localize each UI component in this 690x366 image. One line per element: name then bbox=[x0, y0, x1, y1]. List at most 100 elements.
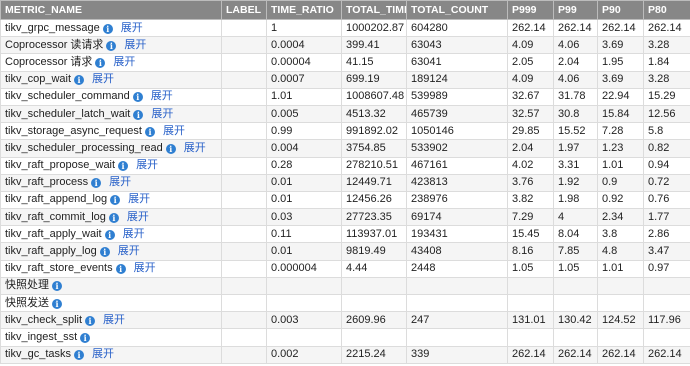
info-icon[interactable]: i bbox=[91, 178, 102, 189]
cell-p99: 1.98 bbox=[553, 190, 598, 210]
expand-link[interactable]: 展开 bbox=[184, 142, 206, 154]
info-icon[interactable]: i bbox=[74, 350, 85, 361]
expand-link[interactable]: 展开 bbox=[121, 22, 143, 34]
info-icon[interactable]: i bbox=[52, 281, 62, 292]
cell-total-count: 467161 bbox=[406, 156, 508, 175]
cell-p90: 7.28 bbox=[597, 122, 644, 141]
expand-link[interactable]: 展开 bbox=[113, 56, 135, 68]
cell-ratio: 0.000004 bbox=[266, 259, 342, 278]
metric-name: tikv_check_split bbox=[5, 313, 83, 326]
info-icon[interactable]: i bbox=[133, 109, 144, 120]
cell-total-count bbox=[406, 293, 508, 313]
metric-name: tikv_storage_async_request bbox=[5, 124, 142, 137]
expand-link[interactable]: 展开 bbox=[151, 90, 173, 102]
cell-total-count: 423813 bbox=[406, 173, 508, 192]
table-row: tikv_cop_wait i 展开 0.0007 699.19 189124 4.09 4.… bbox=[0, 70, 690, 89]
cell-p90: 15.84 bbox=[597, 104, 644, 124]
cell-p80: 117.96 bbox=[643, 311, 690, 330]
cell-p90 bbox=[597, 276, 644, 296]
cell-ratio: 0.11 bbox=[266, 225, 342, 244]
cell-total-time: 278210.51 bbox=[341, 156, 407, 175]
cell-p999: 1.05 bbox=[507, 259, 554, 278]
table-body: tikv_grpc_message i 展开 1 1000202.87 604280 262… bbox=[0, 18, 690, 364]
cell-label bbox=[221, 36, 267, 55]
expand-link[interactable]: 展开 bbox=[134, 262, 156, 274]
table-row: tikv_scheduler_processing_read i 展开 0.004 37… bbox=[0, 139, 690, 158]
info-icon[interactable]: i bbox=[110, 195, 121, 206]
cell-total-time: 113937.01 bbox=[341, 225, 407, 244]
cell-ratio: 0.004 bbox=[266, 139, 342, 158]
cell-ratio: 0.28 bbox=[266, 156, 342, 175]
cell-p99: 3.31 bbox=[553, 156, 598, 175]
cell-total-count: 247 bbox=[406, 311, 508, 330]
expand-link[interactable]: 展开 bbox=[92, 348, 114, 360]
info-icon[interactable]: i bbox=[165, 143, 176, 154]
cell-p999 bbox=[507, 276, 554, 296]
table-row: tikv_raft_apply_wait i 展开 0.11 113937.01 1934… bbox=[0, 225, 690, 244]
expand-link[interactable]: 展开 bbox=[123, 228, 145, 240]
expand-link[interactable]: 展开 bbox=[92, 73, 114, 85]
expand-link[interactable]: 展开 bbox=[118, 245, 140, 257]
column-header-total-time: TOTAL_TIME bbox=[341, 0, 407, 20]
expand-link[interactable]: 展开 bbox=[103, 314, 125, 326]
cell-label bbox=[221, 156, 267, 175]
metric-name-cell: 快照处理 i bbox=[0, 276, 222, 296]
cell-p90 bbox=[597, 328, 644, 347]
expand-link[interactable]: 展开 bbox=[124, 39, 146, 51]
info-icon[interactable]: i bbox=[95, 57, 106, 68]
table-row: tikv_scheduler_latch_wait i 展开 0.005 4513.32… bbox=[0, 104, 690, 124]
table-row: tikv_grpc_message i 展开 1 1000202.87 604280 262… bbox=[0, 18, 690, 38]
info-icon[interactable]: i bbox=[74, 75, 85, 86]
info-icon[interactable]: i bbox=[115, 264, 126, 275]
expand-link[interactable]: 展开 bbox=[109, 176, 131, 188]
cell-p80: 262.14 bbox=[643, 345, 690, 364]
metric-name-cell: 快照发送 i bbox=[0, 293, 222, 313]
table-row: tikv_raft_append_log i 展开 0.01 12456.26 23897… bbox=[0, 190, 690, 210]
info-icon[interactable]: i bbox=[99, 247, 110, 258]
cell-total-count: 1050146 bbox=[406, 122, 508, 141]
metric-name-cell: tikv_storage_async_request i 展开 bbox=[0, 122, 222, 141]
cell-p99 bbox=[553, 293, 598, 313]
cell-p80: 1.77 bbox=[643, 208, 690, 227]
expand-link[interactable]: 展开 bbox=[151, 108, 173, 120]
cell-total-time: 2609.96 bbox=[341, 311, 407, 330]
metric-name: 快照发送 bbox=[5, 296, 49, 309]
info-icon[interactable]: i bbox=[85, 315, 96, 326]
table-row: tikv_ingest_sst i bbox=[0, 328, 690, 347]
info-icon[interactable]: i bbox=[118, 161, 129, 172]
metric-name-cell: tikv_raft_propose_wait i 展开 bbox=[0, 156, 222, 175]
cell-total-time bbox=[341, 276, 407, 296]
cell-p80 bbox=[643, 276, 690, 296]
info-icon[interactable]: i bbox=[144, 126, 155, 137]
metric-name: tikv_raft_append_log bbox=[5, 193, 108, 206]
cell-p999 bbox=[507, 293, 554, 313]
expand-link[interactable]: 展开 bbox=[127, 211, 149, 223]
info-icon[interactable]: i bbox=[104, 229, 115, 240]
table-row: tikv_check_split i 展开 0.003 2609.96 247 131.01… bbox=[0, 311, 690, 330]
info-icon[interactable]: i bbox=[80, 332, 91, 343]
cell-total-time: 4513.32 bbox=[341, 104, 407, 124]
cell-total-count: 69174 bbox=[406, 208, 508, 227]
info-icon[interactable]: i bbox=[106, 40, 117, 51]
cell-ratio bbox=[266, 293, 342, 313]
cell-p80 bbox=[643, 293, 690, 313]
cell-p999: 4.09 bbox=[507, 70, 554, 89]
expand-link[interactable]: 展开 bbox=[136, 159, 158, 171]
cell-label bbox=[221, 208, 267, 227]
cell-p99: 4.06 bbox=[553, 36, 598, 55]
cell-p999: 262.14 bbox=[507, 18, 554, 38]
cell-label bbox=[221, 70, 267, 89]
info-icon[interactable]: i bbox=[132, 92, 143, 103]
expand-link[interactable]: 展开 bbox=[128, 193, 150, 205]
cell-p99: 7.85 bbox=[553, 242, 598, 261]
cell-p80: 1.84 bbox=[643, 53, 690, 72]
cell-p90: 0.9 bbox=[597, 173, 644, 192]
info-icon[interactable]: i bbox=[52, 298, 62, 309]
cell-total-count: 604280 bbox=[406, 18, 508, 38]
cell-p80: 3.28 bbox=[643, 36, 690, 55]
expand-link[interactable]: 展开 bbox=[163, 125, 185, 137]
cell-total-count: 238976 bbox=[406, 190, 508, 210]
info-icon[interactable]: i bbox=[102, 23, 113, 34]
metric-name-cell: tikv_gc_tasks i 展开 bbox=[0, 345, 222, 364]
info-icon[interactable]: i bbox=[108, 212, 119, 223]
